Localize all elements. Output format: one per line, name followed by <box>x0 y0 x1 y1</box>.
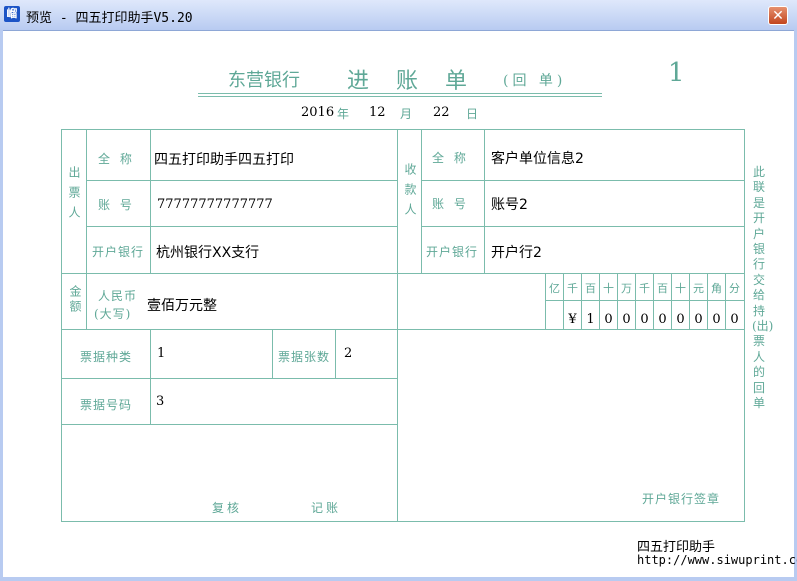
digit-header: 万 <box>621 282 632 295</box>
payer-name-value: 四五打印助手四五打印 <box>154 152 294 168</box>
bill-count-value: 2 <box>344 346 353 361</box>
preview-window: 嵧 预览 - 四五打印助手V5.20 ✕ 东营银行 进 账 单 (回 单) 1 … <box>0 0 797 581</box>
close-icon: ✕ <box>772 8 784 24</box>
digit-header: 元 <box>693 282 704 295</box>
payer-name-label: 全 称 <box>98 152 135 166</box>
side-note: 此联是开户银行交给持(出)票人的回单 <box>752 165 774 411</box>
rule-payee-row1 <box>421 180 745 181</box>
payee-name-label: 全 称 <box>432 151 469 165</box>
rule-payer-section <box>86 129 87 273</box>
digit-header: 角 <box>711 282 722 295</box>
digit-header: 十 <box>675 282 686 295</box>
rule-payer-row1 <box>86 180 398 181</box>
currency-label-line1: 人民币 <box>98 289 138 303</box>
amount-digit: 0 <box>658 312 667 327</box>
amount-digit: 0 <box>622 312 631 327</box>
amount-digit: 1 <box>586 312 595 327</box>
amount-section-label: 金额 <box>68 285 82 315</box>
payer-account-value: 77777777777777 <box>157 197 273 212</box>
date-month: 12 <box>369 105 386 120</box>
amount-digit: 0 <box>604 312 613 327</box>
rule-bill-labels <box>150 329 151 424</box>
form-subtitle: (回 单) <box>503 73 567 89</box>
app-icon: 嵧 <box>4 6 20 22</box>
bank-name: 东营银行 <box>228 70 300 91</box>
currency-label-line2: (大写) <box>94 307 132 321</box>
rule-amount-section <box>86 273 87 329</box>
rule-bill-count-left <box>272 329 273 378</box>
window-frame-left <box>0 30 3 581</box>
close-button[interactable]: ✕ <box>768 6 788 25</box>
payer-account-label: 账 号 <box>98 198 135 212</box>
payee-account-label: 账 号 <box>432 197 469 211</box>
payer-section-label: 出票人 <box>67 166 81 226</box>
copy-number: 1 <box>668 58 685 88</box>
digit-header: 十 <box>603 282 614 295</box>
rule-party-bottom <box>61 273 745 274</box>
digit-header: 千 <box>639 282 650 295</box>
window-frame-bottom <box>0 577 797 581</box>
digit-header: 千 <box>567 282 578 295</box>
bill-count-label: 票据张数 <box>278 350 331 364</box>
date-month-label: 月 <box>400 107 413 121</box>
amount-digit: ¥ <box>568 312 577 327</box>
payee-name-value: 客户单位信息2 <box>491 151 584 167</box>
bank-seal-label: 开户银行签章 <box>642 492 721 506</box>
rule-payer-labels <box>150 129 151 273</box>
rule-amount-bottom <box>61 329 745 330</box>
bill-number-value: 3 <box>156 394 165 409</box>
rule-bill-row2 <box>61 424 398 425</box>
amount-digit: 0 <box>712 312 721 327</box>
rule-payee-row2 <box>421 226 745 227</box>
payee-bank-label: 开户银行 <box>426 245 479 259</box>
digit-header: 亿 <box>549 282 560 295</box>
bill-type-value: 1 <box>157 346 166 361</box>
title-bar[interactable]: 嵧 预览 - 四五打印助手V5.20 ✕ <box>0 0 797 31</box>
rule-payee-section <box>421 129 422 273</box>
rule-bill-row1 <box>61 378 398 379</box>
payee-bank-value: 开户行2 <box>491 245 542 261</box>
date-day: 22 <box>433 105 450 120</box>
payer-bank-label: 开户银行 <box>92 245 145 259</box>
rule-payee-labels <box>484 129 485 273</box>
digit-header: 百 <box>585 282 596 295</box>
bookkeeping-label: 记账 <box>311 501 342 515</box>
date-year-label: 年 <box>337 107 350 121</box>
date-year: 2016 <box>301 105 335 120</box>
digit-header: 分 <box>729 282 740 295</box>
rule-bill-count-right <box>335 329 336 378</box>
amount-digit: 0 <box>730 312 739 327</box>
digit-header: 百 <box>657 282 668 295</box>
payee-section-label: 收款人 <box>403 163 417 223</box>
rule-payer-row2 <box>86 226 398 227</box>
title-underline-1 <box>198 93 602 94</box>
form-title: 进 账 单 <box>347 69 477 94</box>
review-label: 复核 <box>212 501 243 515</box>
bill-number-label: 票据号码 <box>80 398 133 412</box>
amount-digit: 0 <box>676 312 685 327</box>
amount-in-words: 壹佰万元整 <box>147 298 217 314</box>
watermark-url: http://www.siwuprint.co <box>637 553 797 567</box>
date-day-label: 日 <box>466 107 479 121</box>
rule-amount-grid-mid <box>545 300 745 301</box>
payer-bank-value: 杭州银行XX支行 <box>156 245 260 261</box>
payee-account-value: 账号2 <box>491 197 528 213</box>
rule-center <box>397 129 398 522</box>
amount-digit: 0 <box>694 312 703 327</box>
title-underline-2 <box>198 96 602 97</box>
bill-type-label: 票据种类 <box>80 350 133 364</box>
amount-digit: 0 <box>640 312 649 327</box>
window-title: 预览 - 四五打印助手V5.20 <box>26 11 193 26</box>
